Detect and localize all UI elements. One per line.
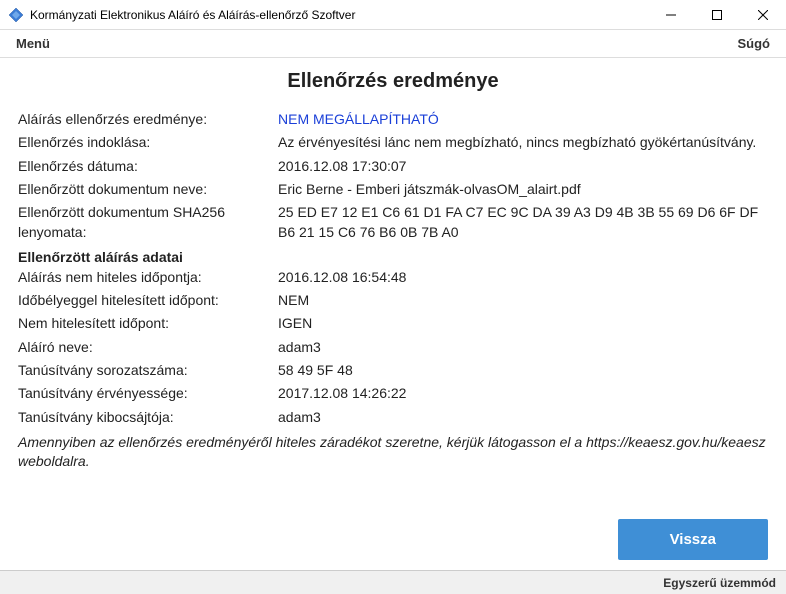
row-result: Aláírás ellenőrzés eredménye: NEM MEGÁLL…: [18, 109, 768, 129]
check-date-value: 2016.12.08 17:30:07: [278, 156, 768, 176]
result-label: Aláírás ellenőrzés eredménye:: [18, 109, 278, 129]
row-cert-serial: Tanúsítvány sorozatszáma: 58 49 5F 48: [18, 360, 768, 380]
close-button[interactable]: [740, 0, 786, 30]
footnote-text: Amennyiben az ellenőrzés eredményéről hi…: [18, 433, 768, 472]
row-not-auth-time: Nem hitelesített időpont: IGEN: [18, 313, 768, 333]
page-title: Ellenőrzés eredménye: [18, 70, 768, 93]
row-cert-validity: Tanúsítvány érvényessége: 2017.12.08 14:…: [18, 383, 768, 403]
app-icon: [8, 7, 24, 23]
back-button[interactable]: Vissza: [618, 519, 768, 560]
cert-validity-label: Tanúsítvány érvényessége:: [18, 383, 278, 403]
sha-value: 25 ED E7 12 E1 C6 61 D1 FA C7 EC 9C DA 3…: [278, 202, 768, 243]
row-unauth-time: Aláírás nem hiteles időpontja: 2016.12.0…: [18, 267, 768, 287]
cert-issuer-label: Tanúsítvány kibocsájtója:: [18, 407, 278, 427]
maximize-button[interactable]: [694, 0, 740, 30]
statusbar: Egyszerű üzemmód: [0, 570, 786, 594]
row-signer: Aláíró neve: adam3: [18, 337, 768, 357]
timestamped-value: NEM: [278, 290, 768, 310]
menubar: Menü Súgó: [0, 30, 786, 58]
reason-label: Ellenőrzés indoklása:: [18, 132, 278, 152]
not-auth-time-label: Nem hitelesített időpont:: [18, 313, 278, 333]
signer-label: Aláíró neve:: [18, 337, 278, 357]
check-date-label: Ellenőrzés dátuma:: [18, 156, 278, 176]
timestamped-label: Időbélyeggel hitelesített időpont:: [18, 290, 278, 310]
row-reason: Ellenőrzés indoklása: Az érvényesítési l…: [18, 132, 768, 152]
mode-label[interactable]: Egyszerű üzemmód: [663, 576, 776, 590]
reason-value: Az érvényesítési lánc nem megbízható, ni…: [278, 132, 768, 152]
window-title: Kormányzati Elektronikus Aláíró és Aláír…: [30, 8, 648, 22]
row-check-date: Ellenőrzés dátuma: 2016.12.08 17:30:07: [18, 156, 768, 176]
unauth-time-value: 2016.12.08 16:54:48: [278, 267, 768, 287]
window-controls: [648, 0, 786, 29]
sha-label: Ellenőrzött dokumentum SHA256 lenyomata:: [18, 202, 278, 243]
menu-button[interactable]: Menü: [16, 36, 50, 51]
cert-issuer-value: adam3: [278, 407, 768, 427]
help-button[interactable]: Súgó: [738, 36, 771, 51]
doc-name-value: Eric Berne - Emberi játszmák-olvasOM_ala…: [278, 179, 768, 199]
row-sha: Ellenőrzött dokumentum SHA256 lenyomata:…: [18, 202, 768, 243]
row-doc-name: Ellenőrzött dokumentum neve: Eric Berne …: [18, 179, 768, 199]
cert-validity-value: 2017.12.08 14:26:22: [278, 383, 768, 403]
content-area: Ellenőrzés eredménye Aláírás ellenőrzés …: [0, 58, 786, 509]
result-value: NEM MEGÁLLAPÍTHATÓ: [278, 109, 768, 129]
row-cert-issuer: Tanúsítvány kibocsájtója: adam3: [18, 407, 768, 427]
doc-name-label: Ellenőrzött dokumentum neve:: [18, 179, 278, 199]
button-bar: Vissza: [0, 509, 786, 570]
minimize-button[interactable]: [648, 0, 694, 30]
signer-value: adam3: [278, 337, 768, 357]
unauth-time-label: Aláírás nem hiteles időpontja:: [18, 267, 278, 287]
titlebar: Kormányzati Elektronikus Aláíró és Aláír…: [0, 0, 786, 30]
section-header-signature: Ellenőrzött aláírás adatai: [18, 249, 768, 265]
row-timestamped: Időbélyeggel hitelesített időpont: NEM: [18, 290, 768, 310]
cert-serial-label: Tanúsítvány sorozatszáma:: [18, 360, 278, 380]
cert-serial-value: 58 49 5F 48: [278, 360, 768, 380]
not-auth-time-value: IGEN: [278, 313, 768, 333]
